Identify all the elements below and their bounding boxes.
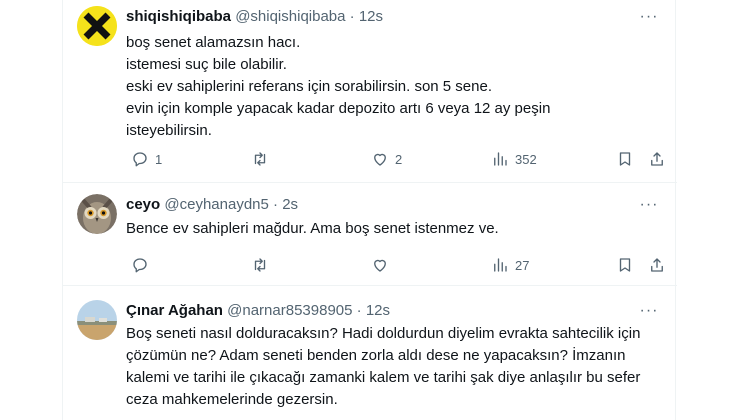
like-button[interactable]: 2 (371, 147, 402, 171)
tweet-header: ceyo @ceyhanaydn5 · 2s (126, 195, 637, 215)
retweet-button[interactable] (251, 253, 269, 277)
tweet-header: shiqishiqibaba @shiqishiqibaba · 12s (126, 7, 637, 27)
tweet[interactable]: shiqishiqibaba @shiqishiqibaba · 12s ···… (63, 0, 677, 183)
views-count: 352 (515, 151, 537, 167)
views-button[interactable]: 27 (491, 253, 529, 277)
tweet-header: Çınar Ağahan @narnar85398905 · 12s (126, 301, 637, 321)
retweet-icon (254, 152, 266, 166)
tweet-actions: 27 (121, 253, 663, 277)
bookmark-button[interactable] (616, 253, 634, 277)
share-button[interactable] (648, 147, 666, 171)
avatar-landscape-photo (77, 300, 117, 340)
like-icon (374, 153, 386, 166)
tweet[interactable]: ceyo @ceyhanaydn5 · 2s ··· Bence ev sahi… (63, 183, 677, 286)
tweet[interactable]: Çınar Ağahan @narnar85398905 · 12s ··· B… (63, 286, 677, 420)
display-name[interactable]: ceyo (126, 196, 160, 213)
separator-dot: · (349, 8, 355, 25)
avatar-owl-photo (77, 194, 117, 234)
separator-dot: · (356, 302, 362, 319)
tweet-line: evin için komple yapacak kadar depozito … (126, 100, 551, 139)
reply-icon (133, 258, 147, 273)
avatar[interactable] (77, 194, 117, 234)
like-count: 2 (395, 151, 403, 167)
reply-button[interactable]: 1 (131, 147, 162, 171)
display-name[interactable]: Çınar Ağahan (126, 302, 223, 319)
bookmark-icon (619, 152, 631, 166)
timeline: shiqishiqibaba @shiqishiqibaba · 12s ···… (62, 0, 677, 420)
user-handle[interactable]: @ceyhanaydn5 (164, 196, 268, 213)
timestamp[interactable]: 12s (366, 302, 390, 319)
tweet-line: eski ev sahiplerini referans için sorabi… (126, 78, 493, 95)
more-icon[interactable]: ··· (639, 9, 659, 32)
views-icon (494, 152, 507, 166)
tweet-actions: 1 2 352 (121, 147, 663, 171)
timestamp[interactable]: 12s (359, 8, 383, 25)
display-name[interactable]: shiqishiqibaba (126, 8, 231, 25)
retweet-icon (254, 258, 266, 272)
reply-icon (133, 152, 147, 167)
views-icon (494, 258, 507, 272)
retweet-button[interactable] (251, 147, 269, 171)
tweet-line: Boş seneti nasıl dolduracaksın? Hadi dol… (126, 325, 641, 408)
views-count: 27 (515, 257, 530, 273)
tweet-text: Boş seneti nasıl dolduracaksın? Hadi dol… (126, 323, 655, 411)
user-handle[interactable]: @narnar85398905 (227, 302, 352, 319)
bookmark-icon (619, 258, 631, 272)
avatar[interactable] (77, 300, 117, 340)
share-button[interactable] (648, 253, 666, 277)
reply-count: 1 (155, 151, 163, 167)
separator-dot: · (273, 196, 279, 213)
tweet-text: Bence ev sahipleri mağdur. Ama boş senet… (126, 218, 661, 240)
tweet-line: Bence ev sahipleri mağdur. Ama boş senet… (126, 220, 499, 237)
share-icon (651, 152, 663, 166)
tweet-line: istemesi suç bile olabilir. (126, 56, 287, 73)
tweet-text: boş senet alamazsın hacı. istemesi suç b… (126, 32, 661, 142)
more-icon[interactable]: ··· (639, 197, 659, 220)
views-button[interactable]: 352 (491, 147, 537, 171)
like-icon (374, 259, 386, 272)
like-button[interactable] (371, 253, 389, 277)
reply-button[interactable] (131, 253, 149, 277)
bookmark-button[interactable] (616, 147, 634, 171)
avatar[interactable] (77, 6, 117, 46)
share-icon (651, 258, 663, 272)
timestamp[interactable]: 2s (282, 196, 298, 213)
avatar-x-logo (77, 6, 117, 46)
user-handle[interactable]: @shiqishiqibaba (235, 8, 345, 25)
tweet-line: boş senet alamazsın hacı. (126, 34, 301, 51)
